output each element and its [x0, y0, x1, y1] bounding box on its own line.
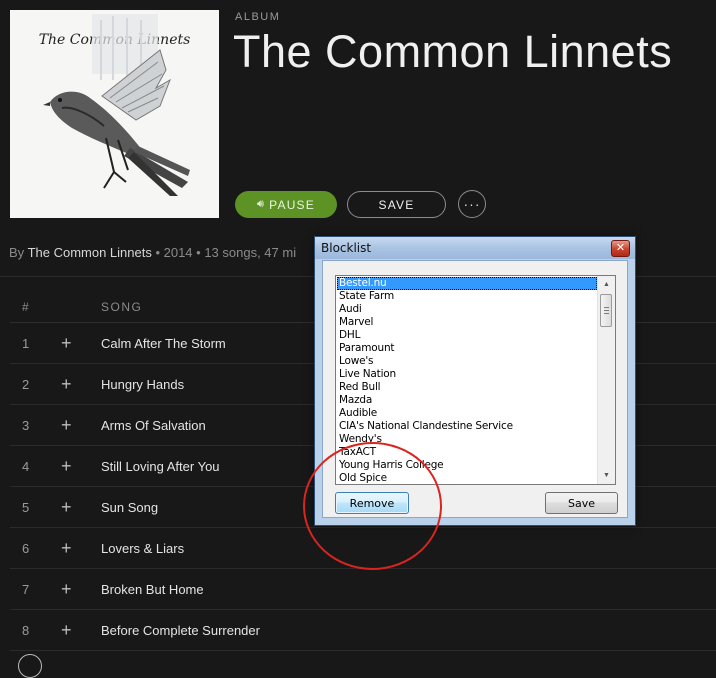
track-number: 4 [22, 459, 30, 474]
list-item[interactable]: Mazda [337, 394, 597, 407]
list-item[interactable]: State Farm [337, 290, 597, 303]
save-album-label: SAVE [378, 197, 415, 212]
pause-label: PAUSE [269, 197, 315, 212]
track-name: Still Loving After You [101, 459, 220, 474]
list-item[interactable]: Old Spice [337, 472, 597, 484]
blocklist-items: Bestel.nu State Farm Audi Marvel DHL Par… [337, 277, 597, 484]
list-item[interactable]: Live Nation [337, 368, 597, 381]
track-number: 8 [22, 623, 30, 638]
add-track-icon[interactable]: + [61, 334, 72, 352]
track-number: 5 [22, 500, 30, 515]
track-number: 1 [22, 336, 30, 351]
pause-button[interactable]: 🔊︎ PAUSE [235, 191, 337, 218]
track-name: Arms Of Salvation [101, 418, 206, 433]
track-name: Calm After The Storm [101, 336, 226, 351]
remove-button[interactable]: Remove [335, 492, 409, 514]
add-track-icon[interactable]: + [61, 457, 72, 475]
list-item-selected[interactable]: Bestel.nu [337, 277, 597, 290]
track-name: Lovers & Liars [101, 541, 185, 556]
track-name: Before Complete Surrender [101, 623, 260, 638]
add-track-icon[interactable]: + [61, 416, 72, 434]
list-item[interactable]: Lowe's [337, 355, 597, 368]
track-name: Hungry Hands [101, 377, 185, 392]
album-type-label: ALBUM [235, 11, 281, 23]
list-item[interactable]: Red Bull [337, 381, 597, 394]
speaker-icon: 🔊︎ [257, 198, 266, 210]
track-number: 6 [22, 541, 30, 556]
list-item[interactable]: DHL [337, 329, 597, 342]
artist-link[interactable]: The Common Linnets [28, 245, 152, 260]
track-number: 2 [22, 377, 30, 392]
meta-details: • 2014 • 13 songs, 47 mi [151, 245, 297, 260]
dialog-titlebar[interactable]: Blocklist ✕ [315, 237, 635, 259]
list-item[interactable]: Paramount [337, 342, 597, 355]
blocklist-listbox[interactable]: Bestel.nu State Farm Audi Marvel DHL Par… [335, 275, 616, 485]
track-number: 7 [22, 582, 30, 597]
track-row[interactable]: 7 + Broken But Home [10, 569, 716, 610]
list-item[interactable]: Audi [337, 303, 597, 316]
add-track-icon[interactable]: + [61, 580, 72, 598]
dialog-save-button[interactable]: Save [545, 492, 618, 514]
dialog-body: Bestel.nu State Farm Audi Marvel DHL Par… [322, 260, 628, 518]
track-row[interactable]: 6 + Lovers & Liars [10, 528, 716, 569]
add-track-icon[interactable]: + [61, 375, 72, 393]
album-cover[interactable]: The Common Linnets [10, 10, 219, 218]
track-row[interactable]: 8 + Before Complete Surrender [10, 610, 716, 651]
list-item[interactable]: Marvel [337, 316, 597, 329]
dialog-title: Blocklist [321, 241, 372, 255]
album-title: The Common Linnets [233, 26, 673, 77]
meta-by: By [9, 245, 25, 260]
more-options-button[interactable]: ··· [458, 190, 486, 218]
add-track-icon[interactable]: + [61, 621, 72, 639]
header-song[interactable]: SONG [101, 300, 142, 314]
add-track-icon[interactable]: + [61, 539, 72, 557]
scroll-down-arrow-icon[interactable]: ▼ [598, 467, 615, 484]
list-item[interactable]: TaxACT [337, 446, 597, 459]
add-track-icon[interactable]: + [61, 498, 72, 516]
track-number: 3 [22, 418, 30, 433]
blocklist-dialog: Blocklist ✕ Bestel.nu State Farm Audi Ma… [314, 236, 636, 526]
close-icon[interactable]: ✕ [611, 240, 630, 257]
list-item[interactable]: Young Harris College [337, 459, 597, 472]
save-album-button[interactable]: SAVE [347, 191, 446, 218]
scroll-thumb[interactable] [600, 294, 612, 327]
list-item[interactable]: CIA's National Clandestine Service [337, 420, 597, 433]
vertical-scrollbar[interactable]: ▲ ▼ [597, 276, 615, 484]
bird-illustration [43, 14, 190, 196]
list-item[interactable]: Wendy's [337, 433, 597, 446]
track-name: Sun Song [101, 500, 159, 515]
header-number[interactable]: # [22, 300, 30, 314]
play-circle-icon[interactable] [18, 654, 42, 678]
list-item[interactable]: Audible [337, 407, 597, 420]
album-meta: By The Common Linnets • 2014 • 13 songs,… [9, 245, 296, 260]
scroll-up-arrow-icon[interactable]: ▲ [598, 276, 615, 293]
ellipsis-icon: ··· [463, 196, 481, 212]
track-name: Broken But Home [101, 582, 204, 597]
